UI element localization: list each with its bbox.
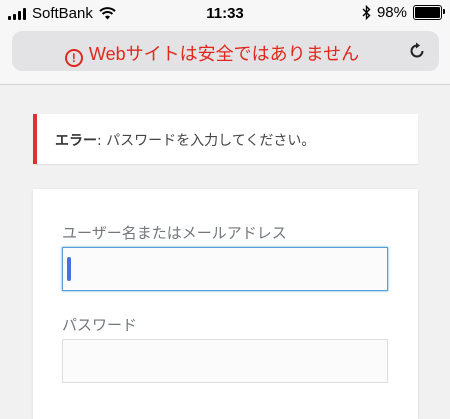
address-text-row[interactable]: ! Webサイトは安全ではありません xyxy=(12,40,412,67)
browser-chrome: SoftBank 11:33 98% ! Webサイトは安全ではありません xyxy=(0,0,450,84)
bluetooth-icon xyxy=(362,5,371,20)
reload-icon[interactable] xyxy=(407,41,427,61)
text-caret xyxy=(67,257,71,281)
error-text: : パスワードを入力してください。 xyxy=(97,133,316,149)
error-label: エラー xyxy=(55,133,97,149)
battery-icon xyxy=(413,5,445,20)
exclamation-circle-icon: ! xyxy=(64,49,83,67)
status-right: 98% xyxy=(362,4,445,21)
chrome-divider xyxy=(0,84,450,85)
address-text: Webサイトは安全ではありません xyxy=(88,44,360,64)
error-message: エラー: パスワードを入力してください。 xyxy=(55,130,315,150)
password-label: パスワード xyxy=(62,316,138,334)
username-input[interactable] xyxy=(62,247,388,291)
login-form: ユーザー名またはメールアドレス パスワード xyxy=(33,189,418,419)
battery-percent: 98% xyxy=(376,4,407,21)
status-bar: SoftBank 11:33 98% xyxy=(0,0,450,26)
password-input[interactable] xyxy=(62,339,388,383)
address-bar[interactable]: ! Webサイトは安全ではありません xyxy=(12,31,439,71)
battery-level xyxy=(415,7,440,18)
error-notice: エラー: パスワードを入力してください。 xyxy=(33,114,418,164)
username-label: ユーザー名またはメールアドレス xyxy=(62,224,287,242)
